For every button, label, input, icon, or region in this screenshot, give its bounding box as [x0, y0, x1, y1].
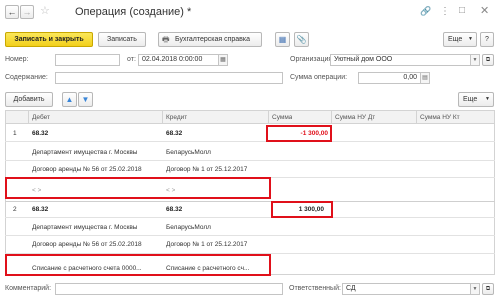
row-debit-subconto-2[interactable]: Договор аренды № 56 от 25.02.2018	[32, 165, 142, 174]
more-label: Еще	[448, 36, 463, 43]
row-divider	[5, 217, 495, 218]
star-icon[interactable]: ☆	[40, 4, 50, 17]
column-divider	[416, 111, 417, 124]
chevron-down-icon: ▼	[485, 96, 490, 102]
column-divider	[268, 111, 269, 124]
chevron-down-icon: ▼	[468, 36, 473, 42]
operation-sum-field[interactable]: 0,00 ▤	[358, 72, 430, 84]
highlight-sum-row-2	[271, 201, 333, 218]
row-number: 2	[13, 206, 17, 213]
chevron-down-icon[interactable]: ▼	[470, 284, 479, 294]
back-button[interactable]: ←	[5, 5, 19, 19]
highlight-sum-row-1	[266, 125, 332, 142]
highlight-subconto-row-2	[5, 254, 271, 276]
organization-label: Организация:	[290, 56, 335, 63]
row-number: 1	[13, 130, 17, 137]
save-and-close-button[interactable]: Записать и закрыть	[5, 32, 93, 47]
responsible-open-button[interactable]: ⧉	[482, 283, 494, 295]
accounting-report-label: Бухгалтерская справка	[175, 36, 250, 43]
arrow-down-icon: ▼	[81, 95, 90, 104]
calculator-icon[interactable]: ▤	[420, 73, 429, 83]
column-divider	[28, 111, 29, 124]
row-credit-subconto-2[interactable]: Договор № 1 от 25.12.2017	[166, 240, 247, 249]
responsible-label: Ответственный:	[289, 285, 341, 292]
chevron-down-icon[interactable]: ▼	[470, 55, 479, 65]
help-button[interactable]: ?	[480, 32, 494, 47]
table-more-button[interactable]: Еще ▼	[458, 92, 494, 107]
date-value: 02.04.2018 0:00:00	[142, 56, 203, 63]
operation-sum-value: 0,00	[403, 74, 417, 81]
row-debit-subconto-2[interactable]: Договор аренды № 56 от 25.02.2018	[32, 240, 142, 249]
row-credit-subconto-2[interactable]: Договор № 1 от 25.12.2017	[166, 165, 247, 174]
column-divider	[331, 111, 332, 124]
row-divider	[5, 160, 495, 161]
forward-button[interactable]: →	[20, 5, 34, 19]
header-sum-nu-kt[interactable]: Сумма НУ Кт	[420, 113, 460, 122]
structure-button[interactable]: ▦	[275, 32, 290, 47]
organization-field[interactable]: Уютный дом ООО ▼	[330, 54, 480, 66]
link-icon[interactable]: 🔗	[420, 6, 431, 17]
responsible-field[interactable]: СД ▼	[342, 283, 480, 295]
number-field[interactable]	[55, 54, 120, 66]
responsible-value: СД	[346, 285, 356, 292]
accounting-report-button[interactable]: 🖶 Бухгалтерская справка	[158, 32, 262, 47]
close-icon[interactable]: ✕	[480, 4, 489, 17]
organization-value: Уютный дом ООО	[334, 56, 393, 63]
row-credit-account[interactable]: 68.32	[166, 129, 182, 138]
comment-field[interactable]	[55, 283, 283, 295]
number-label: Номер:	[5, 56, 29, 63]
row-divider	[5, 235, 495, 236]
column-divider	[162, 111, 163, 124]
header-sum-nu-dt[interactable]: Сумма НУ Дт	[335, 113, 375, 122]
more-vert-icon[interactable]: ⋮	[440, 6, 450, 17]
row-debit-account[interactable]: 68.32	[32, 129, 48, 138]
window-title: Операция (создание) *	[75, 6, 192, 18]
header-sum[interactable]: Сумма	[272, 113, 292, 122]
date-label: от:	[127, 56, 136, 63]
content-field[interactable]	[55, 72, 283, 84]
attach-button[interactable]: 📎	[294, 32, 309, 47]
maximize-icon[interactable]: □	[459, 5, 465, 16]
content-label: Содержание:	[5, 74, 48, 81]
row-divider	[5, 141, 495, 142]
header-credit[interactable]: Кредит	[166, 113, 187, 122]
header-debit[interactable]: Дебет	[32, 113, 50, 122]
structure-icon: ▦	[278, 35, 287, 44]
move-down-button[interactable]: ▼	[78, 92, 93, 107]
save-button[interactable]: Записать	[98, 32, 146, 47]
row-credit-subconto-1[interactable]: БеларусьМолл	[166, 223, 211, 232]
add-row-button[interactable]: Добавить	[5, 92, 53, 107]
row-debit-subconto-1[interactable]: Департамент имущества г. Москвы	[32, 223, 137, 232]
row-debit-subconto-1[interactable]: Департамент имущества г. Москвы	[32, 148, 137, 157]
comment-label: Комментарий:	[5, 285, 52, 292]
paperclip-icon: 📎	[296, 35, 307, 44]
row-credit-account[interactable]: 68.32	[166, 205, 182, 214]
move-up-button[interactable]: ▲	[62, 92, 77, 107]
calendar-icon[interactable]: ▦	[218, 55, 227, 65]
organization-open-button[interactable]: ⧉	[482, 54, 494, 66]
row-credit-subconto-1[interactable]: БеларусьМолл	[166, 148, 211, 157]
row-debit-account[interactable]: 68.32	[32, 205, 48, 214]
table-more-label: Еще	[463, 96, 478, 103]
date-field[interactable]: 02.04.2018 0:00:00 ▦	[138, 54, 228, 66]
highlight-empty-subconto-row-1	[5, 177, 271, 199]
more-button[interactable]: Еще ▼	[443, 32, 477, 47]
printer-icon: 🖶	[162, 35, 170, 44]
operation-sum-label: Сумма операции:	[290, 74, 348, 81]
arrow-up-icon: ▲	[65, 95, 74, 104]
